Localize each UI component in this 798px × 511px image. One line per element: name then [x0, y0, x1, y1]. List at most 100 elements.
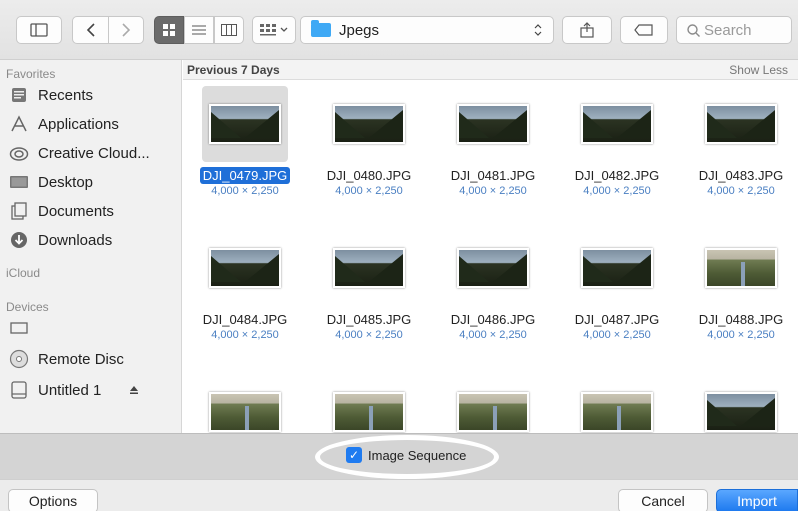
- file-name: DJI_0481.JPG: [450, 168, 536, 183]
- file-item[interactable]: [431, 370, 555, 433]
- file-dimensions: 4,000 × 2,250: [459, 185, 527, 197]
- sidebar-item-remote-disc[interactable]: Remote Disc: [8, 347, 124, 371]
- image-sequence-option[interactable]: ✓ Image Sequence: [346, 447, 466, 463]
- downloads-icon: [8, 230, 30, 250]
- section-header: Previous 7 Days Show Less: [183, 60, 798, 80]
- sidebar-item-label: Creative Cloud...: [38, 144, 150, 162]
- image-thumbnail: [581, 392, 653, 432]
- sidebar-item-label: Desktop: [38, 173, 94, 191]
- file-item[interactable]: DJI_0485.JPG 4,000 × 2,250: [307, 226, 431, 356]
- import-button[interactable]: Import: [716, 489, 798, 511]
- thumbnail-frame: [574, 86, 660, 162]
- image-sequence-checkbox[interactable]: ✓: [346, 447, 362, 463]
- sidebar-item-label: Remote Disc: [38, 350, 124, 368]
- thumbnail-frame: [698, 230, 784, 306]
- image-sequence-label: Image Sequence: [368, 447, 467, 463]
- arrange-button[interactable]: [252, 16, 296, 44]
- image-thumbnail: [581, 104, 653, 144]
- file-item[interactable]: DJI_0483.JPG 4,000 × 2,250: [679, 82, 798, 212]
- file-dimensions: 4,000 × 2,250: [707, 185, 775, 197]
- sidebar: Favorites Recents Applications Creative …: [0, 60, 182, 433]
- file-item[interactable]: [307, 370, 431, 433]
- file-item[interactable]: DJI_0488.JPG 4,000 × 2,250: [679, 226, 798, 356]
- thumbnail-frame: [450, 374, 536, 433]
- thumbnail-frame: [202, 230, 288, 306]
- file-name: DJI_0483.JPG: [698, 168, 784, 183]
- file-item[interactable]: [555, 370, 679, 433]
- image-thumbnail: [333, 392, 405, 432]
- documents-icon: [8, 201, 30, 221]
- arrange-grid-icon: [260, 24, 276, 36]
- drive-icon: [8, 380, 30, 400]
- file-item[interactable]: DJI_0481.JPG 4,000 × 2,250: [431, 82, 555, 212]
- thumbnail-frame: [698, 86, 784, 162]
- toolbar: Jpegs: [0, 0, 798, 60]
- share-button[interactable]: [562, 16, 612, 44]
- file-item[interactable]: DJI_0486.JPG 4,000 × 2,250: [431, 226, 555, 356]
- sidebar-item-creative-cloud[interactable]: Creative Cloud...: [8, 141, 150, 165]
- sidebar-item-device-computer[interactable]: [8, 316, 38, 340]
- column-view-button[interactable]: [214, 16, 244, 44]
- file-dimensions: 4,000 × 2,250: [583, 185, 651, 197]
- tag-button[interactable]: [620, 16, 668, 44]
- file-name: DJI_0482.JPG: [574, 168, 660, 183]
- list-view-button[interactable]: [184, 16, 214, 44]
- eject-icon[interactable]: [129, 382, 139, 399]
- image-thumbnail: [333, 248, 405, 288]
- sidebar-item-label: Downloads: [38, 231, 113, 249]
- chevron-left-icon: [86, 23, 95, 37]
- share-icon: [580, 22, 594, 38]
- sidebar-section-icloud: iCloud: [6, 266, 41, 280]
- file-item[interactable]: DJI_0484.JPG 4,000 × 2,250: [183, 226, 307, 356]
- thumbnail-frame: [202, 374, 288, 433]
- file-name: DJI_0480.JPG: [326, 168, 412, 183]
- options-button[interactable]: Options: [8, 489, 98, 511]
- sidebar-section-devices: Devices: [6, 300, 49, 314]
- path-popup[interactable]: Jpegs: [300, 16, 554, 44]
- file-item[interactable]: DJI_0487.JPG 4,000 × 2,250: [555, 226, 679, 356]
- back-button[interactable]: [73, 17, 108, 43]
- thumbnail-frame: [450, 230, 536, 306]
- sidebar-item-label: Untitled 1: [38, 381, 102, 399]
- sidebar-item-documents[interactable]: Documents: [8, 199, 114, 223]
- sidebar-toggle-button[interactable]: [16, 16, 62, 44]
- cancel-button[interactable]: Cancel: [618, 489, 708, 511]
- file-dimensions: 4,000 × 2,250: [335, 185, 403, 197]
- folder-icon: [311, 20, 331, 37]
- file-dimensions: 4,000 × 2,250: [211, 185, 279, 197]
- file-name: DJI_0486.JPG: [450, 312, 536, 327]
- sidebar-item-untitled-1[interactable]: Untitled 1: [8, 378, 139, 402]
- image-thumbnail: [705, 392, 777, 432]
- updown-chevron-icon: [534, 24, 542, 36]
- file-item[interactable]: [183, 370, 307, 433]
- path-label: Jpegs: [339, 21, 380, 39]
- file-item[interactable]: DJI_0480.JPG 4,000 × 2,250: [307, 82, 431, 212]
- recents-icon: [8, 85, 30, 105]
- creative-cloud-icon: [8, 143, 30, 163]
- file-dimensions: 4,000 × 2,250: [335, 329, 403, 341]
- sidebar-item-downloads[interactable]: Downloads: [8, 228, 112, 252]
- file-item[interactable]: DJI_0479.JPG 4,000 × 2,250: [183, 82, 307, 212]
- image-thumbnail: [209, 104, 281, 144]
- sidebar-item-applications[interactable]: Applications: [8, 112, 119, 136]
- columns-icon: [221, 24, 237, 36]
- forward-button[interactable]: [109, 17, 143, 43]
- file-item[interactable]: [679, 370, 798, 433]
- file-dimensions: 4,000 × 2,250: [459, 329, 527, 341]
- search-field[interactable]: [676, 16, 792, 44]
- search-input[interactable]: [704, 21, 784, 39]
- image-thumbnail: [457, 248, 529, 288]
- file-name: DJI_0487.JPG: [574, 312, 660, 327]
- icon-view-button[interactable]: [154, 16, 184, 44]
- file-dimensions: 4,000 × 2,250: [707, 329, 775, 341]
- thumbnail-frame: [450, 86, 536, 162]
- file-name: DJI_0484.JPG: [202, 312, 288, 327]
- grid-icon: [163, 24, 175, 36]
- image-thumbnail: [209, 392, 281, 432]
- show-less-link[interactable]: Show Less: [729, 63, 788, 77]
- sidebar-item-recents[interactable]: Recents: [8, 83, 93, 107]
- thumbnail-frame: [698, 374, 784, 433]
- sidebar-item-desktop[interactable]: Desktop: [8, 170, 93, 194]
- computer-icon: [8, 318, 30, 338]
- file-item[interactable]: DJI_0482.JPG 4,000 × 2,250: [555, 82, 679, 212]
